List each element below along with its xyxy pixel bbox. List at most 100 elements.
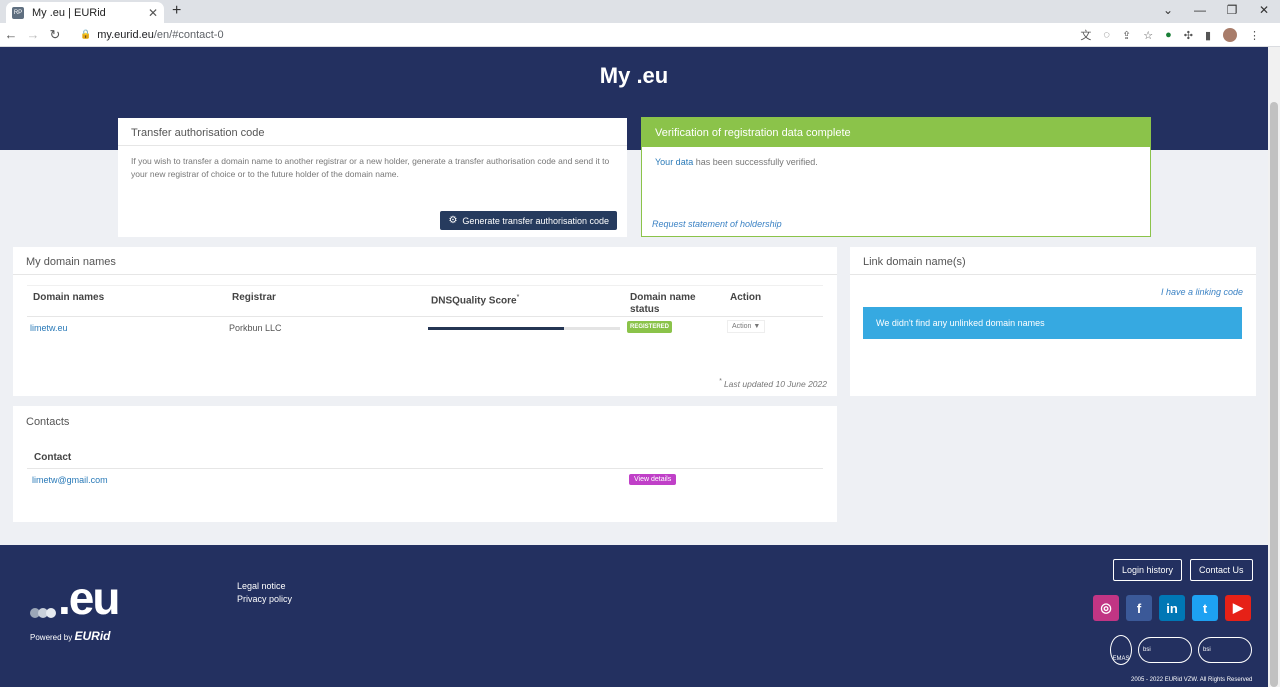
- col-domain-status: Domain name status: [630, 292, 696, 315]
- no-unlinked-domains-notice: We didn't find any unlinked domain names: [863, 307, 1242, 339]
- gears-icon: ⚙: [448, 215, 458, 226]
- new-tab-icon[interactable]: +: [172, 2, 181, 20]
- social-links: ◎ f in t ▶: [1093, 595, 1251, 621]
- bsi-cert-logo-2: bsi: [1198, 637, 1252, 663]
- contacts-table: Contact limetw@gmail.com View details: [27, 447, 823, 491]
- browser-tab-strip: RP My .eu | EURid ✕ + ⌄ — ❐ ✕: [0, 0, 1280, 23]
- copyright-text: 2005 - 2022 EURid VZW. All Rights Reserv…: [1131, 677, 1253, 683]
- generate-button-label: Generate transfer authorisation code: [462, 215, 609, 226]
- contact-us-button[interactable]: Contact Us: [1190, 559, 1253, 581]
- my-domain-names-card: My domain names Domain names Registrar D…: [13, 247, 837, 396]
- address-bar: ← → ↻ 🔒 my.eurid.eu/en/#contact-0 文 ◌ ⇪ …: [0, 23, 1280, 47]
- certification-logos: EMAS bsi bsi: [1110, 635, 1252, 665]
- privacy-policy-link[interactable]: Privacy policy: [237, 593, 292, 606]
- reload-icon[interactable]: ↻: [44, 27, 66, 43]
- login-history-button[interactable]: Login history: [1113, 559, 1183, 581]
- linkedin-icon[interactable]: in: [1159, 595, 1185, 621]
- generate-transfer-code-button[interactable]: ⚙ Generate transfer authorisation code: [440, 211, 617, 230]
- url-host: my.eurid.eu: [97, 28, 154, 41]
- dns-quality-fill: [428, 327, 565, 330]
- status-badge: REGISTERED: [627, 321, 673, 333]
- back-icon[interactable]: ←: [0, 27, 22, 42]
- action-dropdown[interactable]: Action ▼: [727, 320, 766, 333]
- page-title: My .eu: [599, 63, 669, 88]
- facebook-icon[interactable]: f: [1126, 595, 1152, 621]
- site-footer: .eu Powered by EURid Legal notice Privac…: [0, 545, 1268, 687]
- request-statement-link[interactable]: Request statement of holdership: [652, 219, 782, 229]
- verification-card: Verification of registration data comple…: [641, 117, 1151, 237]
- extension-badge-icon[interactable]: ●: [1165, 29, 1172, 41]
- url-path: /en/#contact-0: [153, 28, 224, 41]
- lock-icon: 🔒: [80, 29, 92, 39]
- last-updated-note: * Last updated 10 June 2022: [719, 377, 827, 389]
- youtube-icon[interactable]: ▶: [1225, 595, 1251, 621]
- domains-heading: My domain names: [13, 247, 837, 275]
- dns-quality-bar: [428, 327, 620, 330]
- tab-title: My .eu | EURid: [32, 6, 106, 19]
- side-panel-icon[interactable]: ▮: [1205, 29, 1211, 42]
- profile-avatar[interactable]: [1223, 28, 1237, 42]
- last-updated-text: Last updated 10 June 2022: [723, 378, 827, 389]
- close-window-icon[interactable]: ✕: [1248, 0, 1280, 23]
- restore-icon[interactable]: ❐: [1216, 0, 1248, 23]
- browser-tab[interactable]: RP My .eu | EURid ✕: [6, 2, 164, 23]
- favicon-icon: RP: [12, 6, 24, 19]
- contact-email-link[interactable]: limetw@gmail.com: [32, 475, 108, 485]
- forward-icon[interactable]: →: [22, 27, 44, 42]
- domains-table: Domain names Registrar DNSQuality Score*…: [27, 285, 823, 341]
- col-dnsquality-label: DNSQuality Score: [431, 295, 517, 307]
- instagram-icon[interactable]: ◎: [1093, 595, 1119, 621]
- logo-dots: [30, 608, 60, 618]
- link-domains-heading: Link domain name(s): [850, 247, 1256, 275]
- share-icon[interactable]: ⇪: [1122, 29, 1131, 42]
- col-action: Action: [730, 292, 762, 303]
- transfer-description: If you wish to transfer a domain name to…: [131, 156, 610, 179]
- score-footnote-marker: *: [516, 294, 520, 301]
- bookmark-star-icon[interactable]: ☆: [1143, 29, 1153, 42]
- window-controls: ⌄ — ❐ ✕: [1152, 0, 1280, 23]
- translate-icon[interactable]: 文: [1080, 27, 1091, 43]
- col-domain-names: Domain names: [33, 292, 105, 303]
- powered-by: Powered by EURid: [30, 629, 110, 643]
- link-domain-names-card: Link domain name(s) I have a linking cod…: [850, 247, 1256, 396]
- col-contact: Contact: [27, 447, 823, 469]
- contacts-heading: Contacts: [26, 416, 70, 428]
- contacts-card: Contacts Contact limetw@gmail.com View d…: [13, 406, 837, 522]
- eurid-brand: EURid: [74, 629, 111, 643]
- tab-search-icon[interactable]: ⌄: [1152, 0, 1184, 23]
- bsi-cert-logo: bsi: [1138, 637, 1192, 663]
- verification-heading: Verification of registration data comple…: [642, 118, 1150, 147]
- minimize-icon[interactable]: —: [1184, 0, 1216, 23]
- linking-code-link[interactable]: I have a linking code: [1161, 287, 1243, 297]
- caret-down-icon: ▼: [753, 323, 761, 330]
- footer-links: Legal notice Privacy policy: [237, 580, 292, 606]
- tracking-off-icon[interactable]: ◌: [1103, 29, 1110, 41]
- domain-link[interactable]: limetw.eu: [30, 323, 68, 333]
- domains-table-header: Domain names Registrar DNSQuality Score*…: [27, 285, 823, 317]
- scrollbar-thumb[interactable]: [1270, 102, 1278, 687]
- col-dnsquality-score: DNSQuality Score*: [431, 292, 519, 307]
- twitter-icon[interactable]: t: [1192, 595, 1218, 621]
- transfer-heading: Transfer authorisation code: [118, 118, 627, 146]
- page-scrollbar[interactable]: [1268, 47, 1280, 687]
- url-field[interactable]: 🔒 my.eurid.eu/en/#contact-0: [80, 29, 224, 41]
- emas-logo: EMAS: [1110, 635, 1132, 665]
- table-row: limetw.eu Porkbun LLC REGISTERED Action …: [27, 317, 823, 341]
- col-registrar: Registrar: [232, 292, 276, 303]
- footnote-marker: *: [718, 377, 722, 385]
- close-tab-icon[interactable]: ✕: [148, 6, 158, 20]
- extensions-puzzle-icon[interactable]: ✣: [1184, 29, 1193, 42]
- legal-notice-link[interactable]: Legal notice: [237, 580, 292, 593]
- table-row: limetw@gmail.com View details: [27, 469, 823, 491]
- your-data-link[interactable]: Your data: [655, 157, 693, 167]
- verification-message: Your data has been successfully verified…: [642, 147, 1150, 177]
- transfer-authorisation-card: Transfer authorisation code If you wish …: [118, 118, 627, 237]
- registrar-cell: Porkbun LLC: [229, 323, 282, 333]
- browser-menu-icon[interactable]: ⋮: [1249, 29, 1260, 42]
- browser-toolbar-icons: 文 ◌ ⇪ ☆ ● ✣ ▮ ⋮: [1080, 27, 1260, 43]
- logo-eu: .eu: [58, 572, 120, 624]
- view-details-button[interactable]: View details: [629, 474, 677, 485]
- action-dropdown-label: Action: [732, 323, 752, 330]
- powered-by-label: Powered by: [30, 633, 73, 642]
- verification-text: has been successfully verified.: [693, 157, 818, 167]
